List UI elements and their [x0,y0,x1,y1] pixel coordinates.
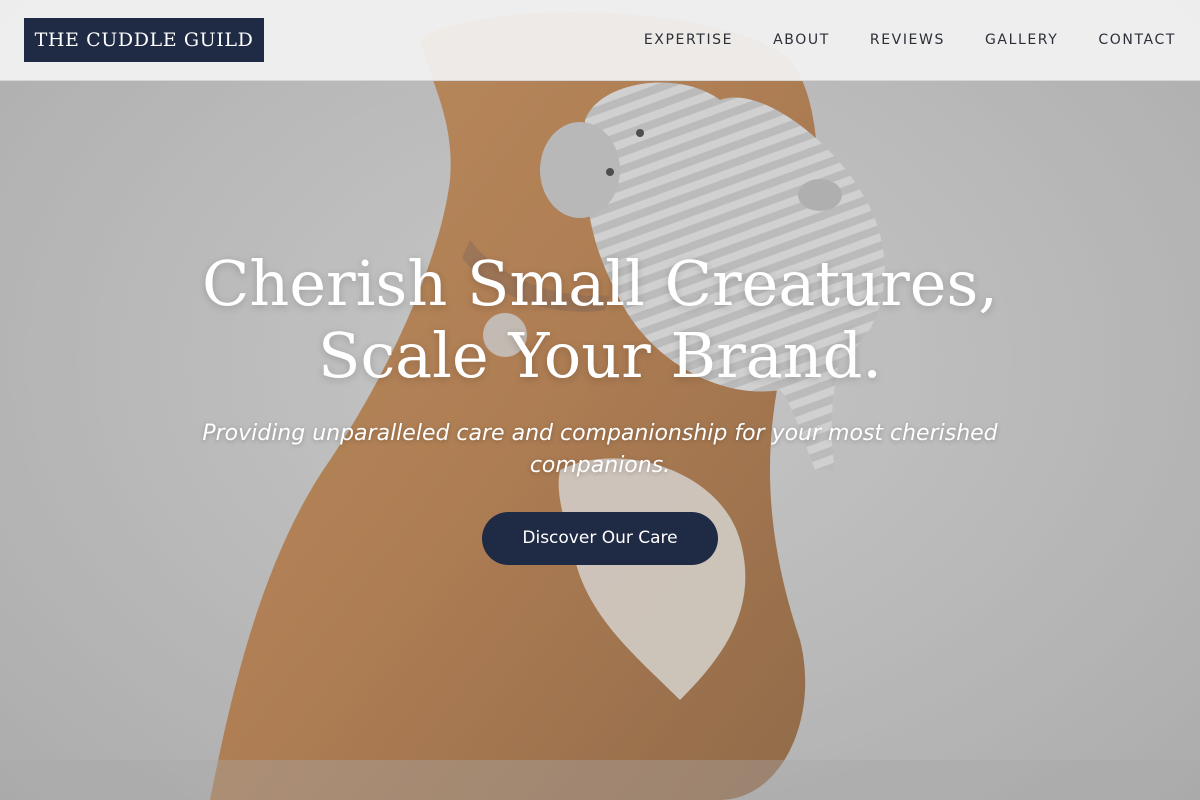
nav-link-about[interactable]: ABOUT [773,32,830,48]
nav-link-gallery[interactable]: GALLERY [985,32,1058,48]
hero-title-line2: Scale Your Brand. [317,319,883,392]
hero-title-line1: Cherish Small Creatures, [201,247,998,320]
hero-title: Cherish Small Creatures, Scale Your Bran… [0,248,1200,392]
hero-subtitle: Providing unparalleled care and companio… [202,421,998,478]
brand-logo[interactable]: THE CUDDLE GUILD [24,18,264,62]
discover-care-button[interactable]: Discover Our Care [482,512,718,565]
main-nav: EXPERTISE ABOUT REVIEWS GALLERY CONTACT [644,0,1176,80]
nav-link-reviews[interactable]: REVIEWS [870,32,945,48]
hero-section: Cherish Small Creatures, Scale Your Bran… [0,248,1200,565]
site-header: THE CUDDLE GUILD EXPERTISE ABOUT REVIEWS… [0,0,1200,81]
nav-link-contact[interactable]: CONTACT [1098,32,1176,48]
nav-link-expertise[interactable]: EXPERTISE [644,32,733,48]
